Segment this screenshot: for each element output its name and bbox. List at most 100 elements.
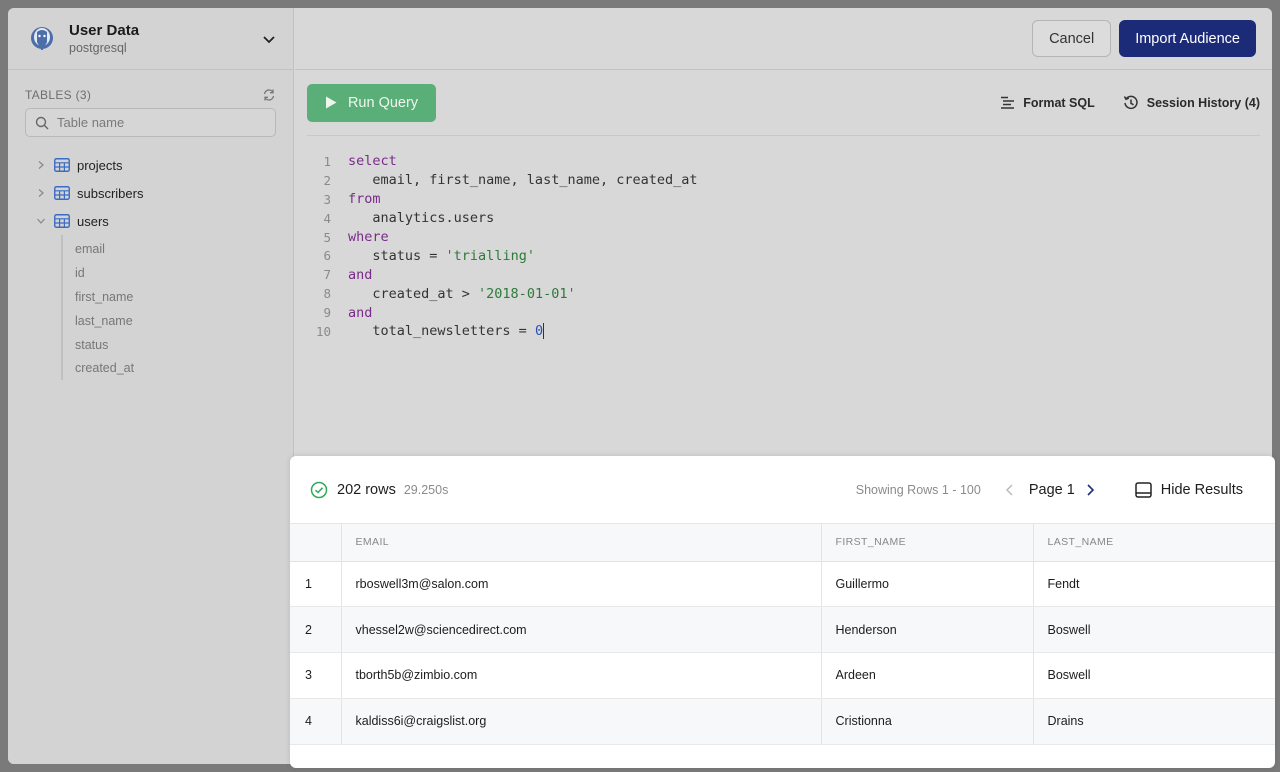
row-index: 4 xyxy=(290,698,342,745)
sql-editor[interactable]: 1 select 2 email, first_name, last_name, … xyxy=(307,152,698,341)
code-line: 10 total_newsletters = 0 xyxy=(307,322,698,341)
chevron-down-icon[interactable] xyxy=(36,216,46,226)
format-sql-button[interactable]: Format SQL xyxy=(1000,96,1095,110)
line-number: 6 xyxy=(323,248,331,264)
line-number: 10 xyxy=(315,323,331,339)
cell-email: tborth5b@zimbio.com xyxy=(341,652,822,699)
source-selector[interactable]: User Data postgresql xyxy=(8,8,293,70)
results-header: 202 rows 29.250s Showing Rows 1 - 100 Pa… xyxy=(290,456,1275,524)
cell-first-name: Guillermo xyxy=(821,561,1034,608)
column-item[interactable]: created_at xyxy=(63,356,293,380)
search-icon xyxy=(35,116,49,129)
cell-last-name: Drains xyxy=(1033,698,1275,745)
code-line: 4 analytics.users xyxy=(307,209,698,228)
text-cursor xyxy=(543,323,545,340)
cancel-button[interactable]: Cancel xyxy=(1032,20,1112,57)
chevron-left-icon[interactable] xyxy=(1005,483,1015,496)
code-line: 6 status = 'trialling' xyxy=(307,246,698,265)
code-string: 'trialling' xyxy=(445,247,535,264)
column-item[interactable]: status xyxy=(63,333,293,357)
table-search-input[interactable] xyxy=(57,115,257,130)
showing-rows-label: Showing Rows 1 - 100 xyxy=(855,482,981,497)
run-query-button[interactable]: Run Query xyxy=(307,83,436,122)
table-name: subscribers xyxy=(77,185,144,201)
row-index: 1 xyxy=(290,561,342,608)
table-row: 4 kaldiss6i@craigslist.org Cristionna Dr… xyxy=(290,698,1275,745)
table-row: 1 rboswell3m@salon.com Guillermo Fendt xyxy=(290,561,1275,608)
top-bar: Cancel Import Audience xyxy=(295,8,1272,70)
table-tree: projects subscribers users email id firs… xyxy=(8,151,293,381)
index-header xyxy=(290,524,342,562)
column-item[interactable]: first_name xyxy=(63,285,293,309)
session-history-button[interactable]: Session History (4) xyxy=(1123,95,1260,111)
code-line: 9 and xyxy=(307,303,698,322)
code-text: total_newsletters = xyxy=(348,323,535,340)
cell-last-name: Boswell xyxy=(1033,606,1275,654)
refresh-icon[interactable] xyxy=(262,88,276,102)
line-number: 8 xyxy=(323,286,331,302)
table-icon xyxy=(54,158,70,172)
column-header-last-name[interactable]: LAST_NAME xyxy=(1033,524,1275,562)
table-search-field[interactable] xyxy=(25,108,276,137)
chevron-right-icon[interactable] xyxy=(36,188,46,198)
history-icon xyxy=(1123,95,1138,109)
chevron-right-icon[interactable] xyxy=(1085,483,1095,496)
code-line: 7 and xyxy=(307,265,698,284)
cell-first-name: Cristionna xyxy=(821,698,1034,745)
chevron-down-icon[interactable] xyxy=(261,31,277,47)
sidebar: User Data postgresql TABLES (3) projects xyxy=(8,8,294,764)
column-item[interactable]: id xyxy=(63,261,293,285)
cell-email: rboswell3m@salon.com xyxy=(341,561,822,608)
import-audience-button[interactable]: Import Audience xyxy=(1119,20,1256,57)
cell-first-name: Ardeen xyxy=(821,652,1034,699)
check-circle-icon xyxy=(310,481,328,498)
column-item[interactable]: email xyxy=(63,237,293,261)
code-line: 3 from xyxy=(307,190,698,209)
results-table: EMAIL FIRST_NAME LAST_NAME 1 rboswell3m@… xyxy=(290,524,1275,745)
postgresql-logo-icon xyxy=(31,26,53,50)
line-number: 5 xyxy=(323,229,331,245)
line-number: 7 xyxy=(323,267,331,283)
code-line: 5 where xyxy=(307,228,698,247)
table-item-subscribers[interactable]: subscribers xyxy=(8,179,293,207)
cell-last-name: Boswell xyxy=(1033,652,1275,699)
format-lines-icon xyxy=(1001,96,1015,109)
code-keyword: and xyxy=(348,304,373,321)
cell-last-name: Fendt xyxy=(1033,561,1275,608)
cell-email: vhessel2w@sciencedirect.com xyxy=(341,606,822,654)
source-subtitle: postgresql xyxy=(69,40,127,55)
rows-count: 202 rows xyxy=(337,481,396,498)
column-item[interactable]: last_name xyxy=(63,309,293,333)
table-item-projects[interactable]: projects xyxy=(8,151,293,179)
code-string: '2018-01-01' xyxy=(478,285,576,302)
column-header-first-name[interactable]: FIRST_NAME xyxy=(821,524,1034,562)
line-number: 2 xyxy=(323,172,331,188)
table-item-users[interactable]: users xyxy=(8,207,293,235)
tables-label: TABLES (3) xyxy=(25,88,92,102)
row-index: 2 xyxy=(290,606,342,654)
users-columns: email id first_name last_name status cre… xyxy=(61,235,293,381)
line-number: 1 xyxy=(323,153,331,169)
code-keyword: from xyxy=(348,191,381,208)
panel-icon xyxy=(1135,481,1152,498)
table-icon xyxy=(54,214,70,228)
code-text: email, first_name, last_name, created_at xyxy=(348,172,698,189)
code-keyword: and xyxy=(348,266,373,283)
source-title: User Data xyxy=(69,21,140,39)
session-history-label: Session History (4) xyxy=(1146,95,1260,110)
run-query-label: Run Query xyxy=(347,94,419,111)
line-number: 3 xyxy=(323,191,331,207)
code-keyword: select xyxy=(348,153,397,170)
column-header-email[interactable]: EMAIL xyxy=(341,524,822,562)
play-icon xyxy=(325,96,337,109)
row-index: 3 xyxy=(290,652,342,699)
table-row: 3 tborth5b@zimbio.com Ardeen Boswell xyxy=(290,652,1275,699)
chevron-right-icon[interactable] xyxy=(36,160,46,170)
code-text: status = xyxy=(348,247,446,264)
code-number: 0 xyxy=(534,323,544,340)
line-number: 4 xyxy=(323,210,331,226)
table-name: users xyxy=(77,213,109,229)
table-row: 2 vhessel2w@sciencedirect.com Henderson … xyxy=(290,606,1275,654)
hide-results-button[interactable]: Hide Results xyxy=(1135,482,1243,498)
code-line: 2 email, first_name, last_name, created_… xyxy=(307,171,698,190)
